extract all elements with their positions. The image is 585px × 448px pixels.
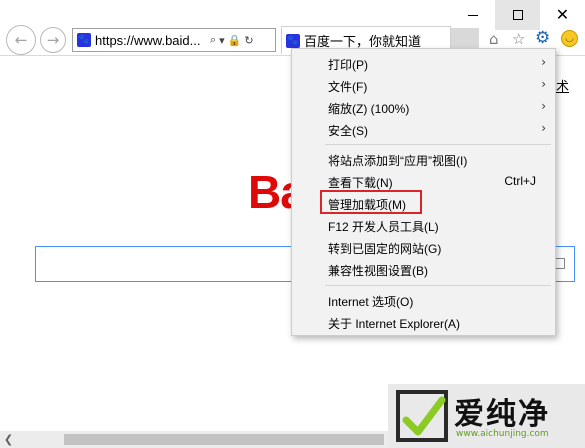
menu-separator <box>325 144 551 145</box>
menu-item-label: 缩放(Z) (100%) <box>328 102 410 116</box>
menu-item-compat-view[interactable]: 兼容性视图设置(B) <box>292 258 555 280</box>
favorites-star-icon[interactable]: ☆ <box>512 30 525 48</box>
feedback-smiley-icon[interactable]: ◡ <box>561 30 578 47</box>
menu-item-pinned-sites[interactable]: 转到已固定的网站(G) <box>292 236 555 258</box>
page-top-link[interactable]: 术 <box>556 76 569 95</box>
tools-gear-icon[interactable]: ⚙ <box>535 28 550 48</box>
menu-item-f12-devtools[interactable]: F12 开发人员工具(L) <box>292 214 555 236</box>
menu-item-label: 兼容性视图设置(B) <box>328 264 428 278</box>
dropdown-icon[interactable]: ▾ <box>219 34 225 47</box>
menu-item-print[interactable]: 打印(P) › <box>292 52 555 74</box>
home-icon[interactable]: ⌂ <box>489 30 499 48</box>
search-icon[interactable]: ⌕ <box>210 33 216 47</box>
menu-item-label: 安全(S) <box>328 124 368 138</box>
tools-menu: 打印(P) › 文件(F) › 缩放(Z) (100%) › 安全(S) › 将… <box>291 48 556 336</box>
menu-item-label: 查看下载(N) <box>328 176 393 190</box>
lock-icon[interactable]: 🔒 <box>228 34 242 47</box>
forward-button[interactable]: → <box>40 27 66 53</box>
menu-item-view-downloads[interactable]: 查看下载(N) Ctrl+J <box>292 170 555 192</box>
menu-item-label: 打印(P) <box>328 58 368 72</box>
refresh-icon[interactable]: ↻ <box>244 34 253 47</box>
baidu-favicon-icon: 🐾 <box>77 33 91 47</box>
menu-item-label: 关于 Internet Explorer(A) <box>328 317 461 331</box>
submenu-arrow-icon: › <box>541 77 546 91</box>
submenu-arrow-icon: › <box>541 99 546 113</box>
address-text[interactable]: https://www.baid... <box>95 33 207 48</box>
highlight-box <box>320 190 422 214</box>
minimize-icon <box>467 14 478 16</box>
watermark: 爱纯净 www.aichunjing.com <box>388 384 585 448</box>
menu-item-safety[interactable]: 安全(S) › <box>292 118 555 140</box>
menu-item-label: 将站点添加到“应用”视图(I) <box>328 154 468 168</box>
menu-item-internet-options[interactable]: Internet 选项(O) <box>292 289 555 311</box>
submenu-arrow-icon: › <box>541 55 546 69</box>
menu-item-file[interactable]: 文件(F) › <box>292 74 555 96</box>
maximize-icon <box>512 10 523 20</box>
watermark-url: www.aichunjing.com <box>456 429 549 439</box>
forward-arrow-icon: → <box>46 31 60 49</box>
menu-item-add-site-to-apps[interactable]: 将站点添加到“应用”视图(I) <box>292 148 555 170</box>
scrollbar-thumb[interactable] <box>64 434 384 445</box>
address-bar[interactable]: 🐾 https://www.baid... ⌕ ▾ 🔒 ↻ <box>72 28 276 52</box>
watermark-brand: 爱纯净 <box>454 397 550 432</box>
scroll-left-icon[interactable]: ❮ <box>0 431 17 448</box>
close-icon: ✕ <box>555 5 570 24</box>
menu-item-label: 文件(F) <box>328 80 368 94</box>
menu-item-label: Internet 选项(O) <box>328 295 414 309</box>
menu-separator <box>325 285 551 286</box>
menu-item-about-ie[interactable]: 关于 Internet Explorer(A) <box>292 311 555 333</box>
submenu-arrow-icon: › <box>541 121 546 135</box>
watermark-logo-icon <box>396 390 448 442</box>
menu-item-zoom[interactable]: 缩放(Z) (100%) › <box>292 96 555 118</box>
back-button[interactable]: ← <box>6 25 36 55</box>
menu-item-label: 转到已固定的网站(G) <box>328 242 442 256</box>
tab-favicon-icon: 🐾 <box>286 33 300 48</box>
menu-item-label: F12 开发人员工具(L) <box>328 220 439 234</box>
menu-item-shortcut: Ctrl+J <box>504 174 536 188</box>
back-arrow-icon: ← <box>14 31 28 49</box>
